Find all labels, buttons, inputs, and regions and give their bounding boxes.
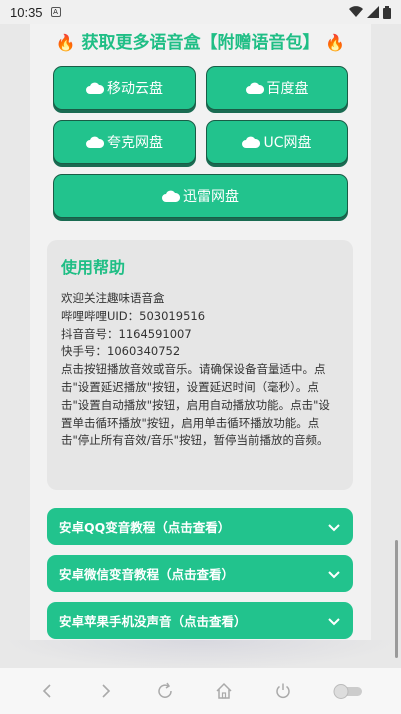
cloud-icon — [86, 82, 104, 94]
power-button[interactable] — [272, 680, 294, 702]
button-label: 移动云盘 — [107, 81, 163, 97]
help-line: 哔哩哔哩UID：503019516 — [61, 308, 206, 323]
cloud-icon — [162, 190, 180, 202]
chevron-down-icon — [328, 570, 340, 578]
accordion-label: 安卓QQ变音教程（点击查看） — [59, 520, 231, 535]
fire-icon: 🔥 — [325, 33, 346, 52]
cloud-icon — [242, 136, 261, 148]
kuake-pan-button[interactable]: 夸克网盘 — [53, 120, 196, 164]
sim-icon: A — [50, 7, 61, 17]
uc-pan-button[interactable]: UC网盘 — [206, 120, 348, 164]
chevron-down-icon — [328, 617, 340, 625]
accordion-wechat-voice[interactable]: 安卓微信变音教程（点击查看） — [47, 555, 353, 592]
status-time: 10:35 — [10, 4, 43, 20]
page-title: 🔥 获取更多语音盒【附赠语音包】 🔥 — [0, 28, 401, 53]
baidu-pan-button[interactable]: 百度盘 — [206, 66, 348, 110]
toggle-icon — [333, 684, 362, 699]
wifi-icon — [349, 6, 363, 18]
forward-button[interactable] — [95, 680, 117, 702]
help-heading: 使用帮助 — [61, 258, 126, 277]
help-line: 快手号：1060340752 — [61, 344, 181, 359]
chevron-left-icon — [43, 684, 51, 698]
chevron-down-icon — [328, 523, 340, 531]
page-title-text: 获取更多语音盒【附赠语音包】 — [81, 33, 320, 53]
power-icon — [275, 683, 290, 699]
help-panel: 使用帮助 欢迎关注趣味语音盒 哔哩哔哩UID：503019516 抖音音号：11… — [47, 240, 353, 490]
card-shadow — [0, 640, 401, 670]
refresh-button[interactable] — [154, 680, 176, 702]
help-line: 抖音音号：1164591007 — [61, 326, 192, 341]
help-line: 欢迎关注趣味语音盒 — [61, 291, 165, 305]
home-button[interactable] — [213, 680, 235, 702]
mode-toggle[interactable] — [331, 680, 365, 702]
back-button[interactable] — [36, 680, 58, 702]
accordion-label: 安卓微信变音教程（点击查看） — [59, 567, 235, 582]
button-label: 百度盘 — [266, 81, 309, 97]
chevron-right-icon — [102, 684, 111, 698]
battery-icon — [383, 5, 391, 19]
cloud-icon — [245, 82, 264, 94]
refresh-icon — [158, 682, 172, 698]
status-icons — [349, 5, 391, 19]
accordion-no-sound[interactable]: 安卓苹果手机没声音（点击查看） — [47, 602, 353, 639]
yidong-cloud-button[interactable]: 移动云盘 — [53, 66, 196, 110]
cloud-icon — [86, 136, 104, 148]
scrollbar[interactable] — [395, 540, 398, 658]
signal-icon — [367, 6, 379, 18]
button-label: 夸克网盘 — [107, 135, 163, 151]
home-icon — [216, 682, 232, 699]
accordion-label: 安卓苹果手机没声音（点击查看） — [59, 614, 247, 629]
browser-nav-bar — [0, 668, 401, 714]
xunlei-pan-button[interactable]: 迅雷网盘 — [53, 174, 348, 218]
help-instructions: 点击按钮播放音效或音乐。请确保设备音量适中。点击"设置延迟播放"按钮，设置延迟时… — [61, 362, 330, 448]
status-bar: 10:35 A — [0, 0, 401, 24]
fire-icon: 🔥 — [55, 33, 76, 52]
button-label: UC网盘 — [263, 135, 312, 151]
accordion-qq-voice[interactable]: 安卓QQ变音教程（点击查看） — [47, 508, 353, 545]
button-label: 迅雷网盘 — [183, 189, 239, 205]
